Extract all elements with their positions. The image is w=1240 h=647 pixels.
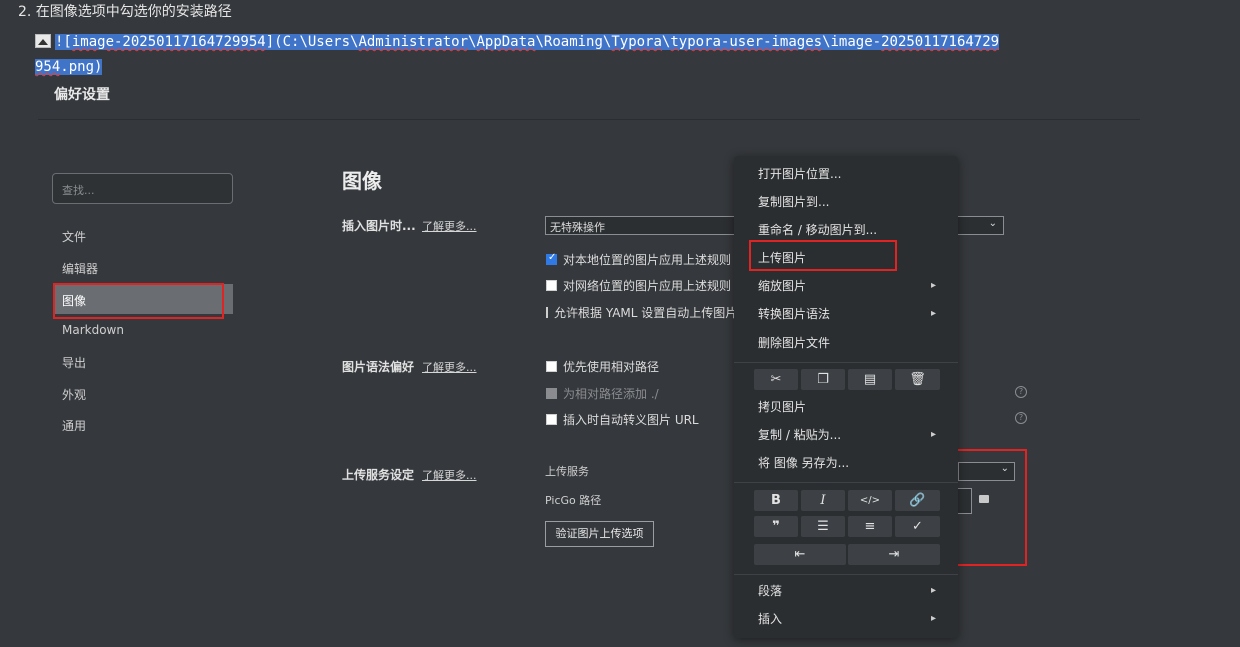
sidebar-item-general[interactable]: 通用 [54,409,233,439]
markdown-selected-text: ![image-20250117164729954](C:\Users\Admi… [35,34,1000,75]
preferences-title: 偏好设置 [54,87,110,103]
learn-more-link[interactable]: 了解更多... [422,218,477,234]
chevron-right-icon: ▸ [930,280,936,291]
header-divider [38,119,1140,120]
menu-item-paragraph[interactable]: 段落 ▸ [734,577,958,605]
code-icon[interactable]: </> [848,490,892,511]
paste-icon[interactable]: ▤ [848,369,892,390]
checkbox-escape-url[interactable]: 插入时自动转义图片 URL [546,411,699,428]
bold-icon[interactable]: B [754,490,798,511]
chevron-right-icon: ▸ [930,585,936,596]
checkbox[interactable] [546,414,557,425]
checkbox-relative-path[interactable]: 优先使用相对路径 [546,358,659,375]
copy-icon[interactable]: ❐ [801,369,845,390]
help-icon[interactable]: ? [1015,386,1027,398]
checkbox-add-dot-slash: 为相对路径添加 ./ [546,385,734,402]
sidebar-item-file[interactable]: 文件 [54,220,233,250]
checkbox-local-rule[interactable]: 对本地位置的图片应用上述规则 [546,251,731,268]
chevron-down-icon: ⌄ [988,218,997,229]
section-title: 图像 [342,169,382,193]
sidebar-item-export[interactable]: 导出 [54,346,233,376]
menu-item-convert-syntax[interactable]: 转换图片语法 ▸ [734,300,958,328]
learn-more-link[interactable]: 了解更多... [422,467,477,483]
checkbox-yaml-upload[interactable]: 允许根据 YAML 设置自动上传图片 [546,304,734,321]
italic-icon[interactable]: I [801,490,845,511]
menu-separator [734,574,958,575]
menu-item-delete-file[interactable]: 删除图片文件 [734,329,958,357]
context-menu: 打开图片位置... 复制图片到... 重命名 / 移动图片到... 上传图片 缩… [734,156,958,638]
image-icon [35,34,51,48]
menu-item-zoom-image[interactable]: 缩放图片 ▸ [734,272,958,300]
sidebar-item-markdown[interactable]: Markdown [54,315,233,345]
menu-separator [734,482,958,483]
upload-service-label: 上传服务 [545,465,589,478]
menu-item-copy-image[interactable]: 拷贝图片 [734,393,958,421]
insert-image-label: 插入图片时... [342,219,416,233]
task-list-icon[interactable]: ✓ [895,516,940,537]
sidebar-item-editor[interactable]: 编辑器 [54,252,233,282]
unordered-list-icon[interactable]: ≡ [848,516,892,537]
chevron-right-icon: ▸ [930,308,936,319]
picgo-path-label: PicGo 路径 [545,494,602,507]
menu-item-open-location[interactable]: 打开图片位置... [734,160,958,188]
verify-upload-button[interactable]: 验证图片上传选项 [545,521,654,547]
highlight-box-image-nav [53,283,224,319]
chevron-right-icon: ▸ [930,613,936,624]
upload-service-section-label: 上传服务设定 [342,468,415,482]
help-icon[interactable]: ? [1015,412,1027,424]
menu-item-save-image-as[interactable]: 将 图像 另存为... [734,449,958,477]
markdown-image-source[interactable]: ![image-20250117164729954](C:\Users\Admi… [35,30,1147,80]
menu-separator [734,362,958,363]
checkbox[interactable] [546,280,557,291]
outdent-icon[interactable]: ⇤ [754,544,846,565]
sidebar-item-appearance[interactable]: 外观 [54,378,233,408]
step-instruction: 2. 在图像选项中勾选你的安装路径 [18,4,232,20]
ordered-list-icon[interactable]: ☰ [801,516,845,537]
quote-icon[interactable]: ❞ [754,516,798,537]
scissors-icon[interactable]: ✂ [754,369,798,390]
link-icon[interactable]: 🔗 [895,490,940,511]
highlight-box-upload-item [749,240,897,271]
learn-more-link[interactable]: 了解更多... [422,359,477,375]
checkbox[interactable] [546,307,548,318]
search-input[interactable]: 查找... [52,173,233,204]
trash-icon[interactable]: 🗑 [895,369,940,390]
highlight-box-upload-settings [946,449,1027,566]
syntax-pref-label: 图片语法偏好 [342,360,415,374]
menu-item-copy-paste-as[interactable]: 复制 / 粘贴为... ▸ [734,421,958,449]
checkbox-disabled [546,388,557,399]
checkbox-checked[interactable] [546,252,557,265]
menu-item-copy-image-to[interactable]: 复制图片到... [734,188,958,216]
menu-item-insert[interactable]: 插入 ▸ [734,605,958,633]
checkbox[interactable] [546,361,557,372]
indent-icon[interactable]: ⇥ [848,544,940,565]
chevron-right-icon: ▸ [930,429,936,440]
checkbox-network-rule[interactable]: 对网络位置的图片应用上述规则 [546,277,731,294]
